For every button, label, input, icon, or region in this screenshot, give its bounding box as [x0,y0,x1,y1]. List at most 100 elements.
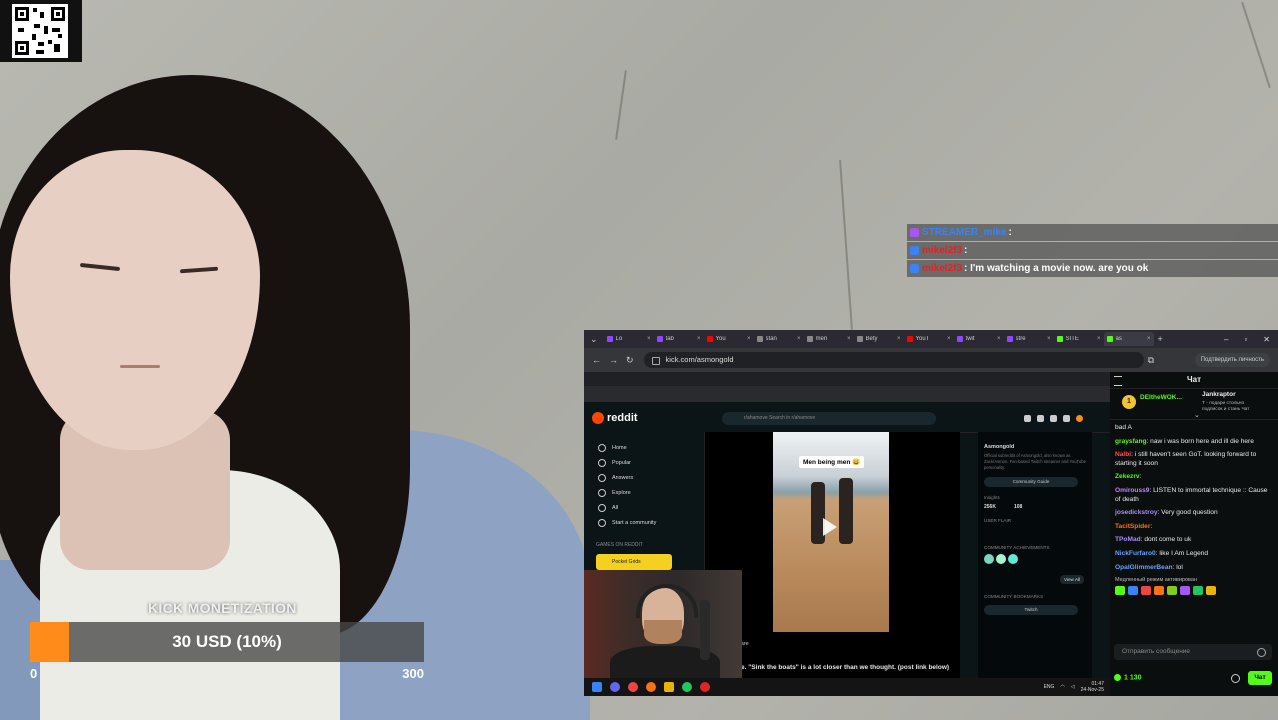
channel-points[interactable]: 1 130 [1114,674,1142,682]
browser-tab[interactable]: men × [804,332,854,346]
tab-close-icon[interactable]: × [797,336,801,342]
reddit-search: r/ahamove Search in r/ahamove [722,412,936,425]
chat-message-text: : like I Am Legend [1155,549,1209,557]
browser-tab[interactable]: stan × [754,332,804,346]
sidebar-item-label: Popular [612,459,631,466]
tab-favicon [1106,336,1113,342]
chat-username[interactable]: NickFurfaro0 [1115,550,1156,557]
reddit-community-panel: Asmongold Official subreddit of Asmongol… [978,432,1092,678]
browser-tab[interactable]: Bety × [854,332,904,346]
tab-label: stre [1015,336,1026,342]
tab-close-icon[interactable]: × [847,336,851,342]
tab-close-icon[interactable]: × [747,336,751,342]
url-field[interactable]: kick.com/asmongold [643,352,1144,368]
verify-identity-button[interactable]: Подтвердить личность [1194,353,1270,367]
chat-username[interactable]: TPoMad [1115,536,1141,543]
gift-leader[interactable]: Jankraptor [1202,391,1236,398]
chat-username[interactable]: OpalGlimmerBean [1115,564,1173,571]
create-icon [1050,415,1057,422]
achievement-badges [978,550,1092,564]
back-icon[interactable]: ← [592,355,601,365]
chevron-down-icon[interactable]: ⌄ [1194,411,1200,419]
emote-icon[interactable] [1154,586,1164,596]
send-chat-button[interactable]: Чат [1248,671,1272,685]
gift-user[interactable]: DEItheWOK... [1140,394,1182,401]
reload-icon[interactable]: ↻ [626,355,634,366]
tab-close-icon[interactable]: × [1147,336,1151,342]
emote-bar [1110,583,1278,596]
browser-tab[interactable]: You × [704,332,754,346]
browser-tab[interactable]: stre × [1004,332,1054,346]
chat-message-text: : [1139,473,1142,481]
tab-close-icon[interactable]: × [647,336,651,342]
tab-favicon [856,336,863,342]
chat-username[interactable]: Nalbi [1115,451,1131,458]
chat-messages: bad A graysfang: naw i was born here and … [1110,420,1278,572]
chat-username[interactable]: josedickstroy [1115,509,1158,516]
emoji-icon[interactable] [1257,648,1266,657]
tab-label: men [815,336,828,342]
emote-icon[interactable] [1128,586,1138,596]
stat-members: 256K [984,504,996,510]
language-indicator[interactable]: ENG [1044,684,1055,690]
view-all-button: View All [1059,575,1084,584]
chat-message: NickFurfaro0: like I Am Legend [1115,550,1274,559]
tab-close-icon[interactable]: × [1097,336,1101,342]
firefox-icon[interactable] [646,682,656,692]
tab-menu-icon[interactable]: ⌄ [590,334,598,345]
browser-tab[interactable]: Lo × [604,332,654,346]
tab-favicon [1056,336,1063,342]
tab-close-icon[interactable]: × [1047,336,1051,342]
emote-icon[interactable] [1115,586,1125,596]
clock[interactable]: 01:47 24-Nov-25 [1081,681,1104,693]
folder-icon[interactable] [664,682,674,692]
emote-icon[interactable] [1206,586,1216,596]
windows-start-icon[interactable] [592,682,602,692]
post-video: Men being men 😄 [773,432,889,632]
chat-username[interactable]: TacitSpider [1115,523,1150,530]
tab-close-icon[interactable]: × [897,336,901,342]
chat-message-text: : naw i was born here and ill die here [1146,437,1254,445]
sidebar-item-label: Answers [612,474,634,481]
collapse-chat-icon[interactable] [1114,376,1122,386]
chrome-icon[interactable] [682,682,692,692]
browser-tab[interactable]: as × [1103,332,1154,346]
chat-username[interactable]: Zekezrv [1115,473,1140,480]
emote-icon[interactable] [1141,586,1151,596]
chat-input[interactable]: Отправить сообщение [1114,644,1272,660]
chat-header: Чат [1110,372,1278,389]
emote-icon[interactable] [1167,586,1177,596]
chat-message: graysfang: naw i was born here and ill d… [1115,438,1274,447]
extensions-icon[interactable]: ⧉ [1148,355,1154,366]
tab-label: SITE [1065,336,1079,342]
forward-icon[interactable]: → [609,355,618,365]
app-icon[interactable] [700,682,710,692]
browser-tab[interactable]: tab × [654,332,704,346]
gear-icon[interactable] [1231,673,1240,683]
tab-favicon [656,336,663,342]
maximize-icon[interactable]: ▫ [1244,335,1247,344]
chat-message: bad A [1115,424,1274,433]
chat-username[interactable]: Omirouss9 [1115,487,1149,494]
tab-close-icon[interactable]: × [697,336,701,342]
stream-video[interactable]: reddit r/ahamove Search in r/ahamove Hom… [584,372,1110,678]
emote-icon[interactable] [1193,586,1203,596]
volume-icon[interactable]: ◁ [1071,684,1075,690]
tab-close-icon[interactable]: × [947,336,951,342]
app-icon[interactable] [610,682,620,692]
tab-close-icon[interactable]: × [997,336,1001,342]
inner-tab-bar [584,372,1110,386]
system-tray: ENG ◠ ◁ 01:47 24-Nov-25 [1044,681,1110,693]
wall-crack [839,160,853,330]
browser-tab[interactable]: SITE × [1054,332,1104,346]
browser-tab[interactable]: twit × [954,332,1004,346]
app-icon[interactable] [628,682,638,692]
close-icon[interactable]: ✕ [1263,335,1270,344]
emote-icon[interactable] [1180,586,1190,596]
browser-tab[interactable]: YouT × [904,332,954,346]
wifi-icon[interactable]: ◠ [1060,684,1064,690]
new-tab-button[interactable]: + [1158,334,1163,344]
minimize-icon[interactable]: – [1224,335,1228,344]
chat-username[interactable]: graysfang [1115,438,1147,445]
site-info-icon[interactable] [651,357,660,365]
